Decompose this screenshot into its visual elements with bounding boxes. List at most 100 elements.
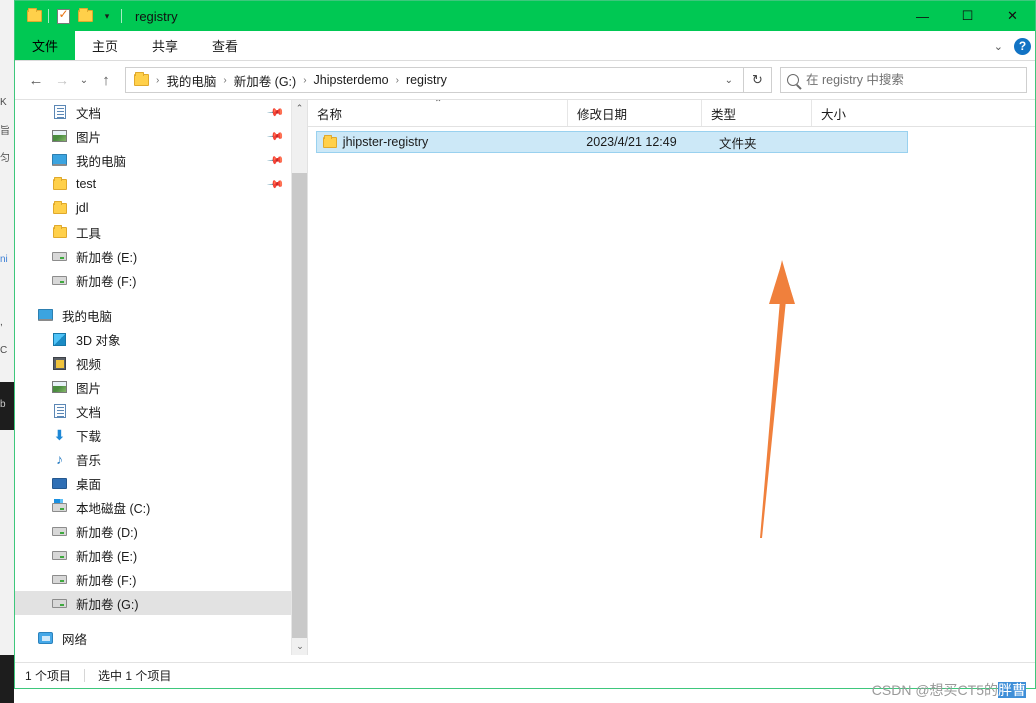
maximize-button[interactable]: ☐: [945, 1, 990, 31]
sidebar-item-music[interactable]: ♪ 音乐: [15, 447, 291, 471]
window-controls: — ☐ ✕: [900, 1, 1035, 31]
sidebar-item-label: 文档: [76, 106, 102, 121]
watermark-prefix: CSDN @想买CT5的: [871, 682, 998, 698]
file-type-cell: 文件夹: [718, 136, 757, 151]
column-header-type[interactable]: 类型: [702, 100, 812, 126]
back-button[interactable]: ←: [23, 67, 49, 93]
sidebar-item-pictures-quick[interactable]: 图片 📌: [15, 124, 291, 148]
qat-separator-1: [48, 9, 49, 23]
sidebar-section-gap-2: [15, 615, 291, 626]
sidebar-item-volume-e[interactable]: 新加卷 (E:): [15, 543, 291, 567]
new-folder-icon[interactable]: [74, 5, 96, 27]
sidebar-item-documents[interactable]: 文档: [15, 399, 291, 423]
sidebar-item-label: 下载: [76, 429, 102, 444]
network-icon: [37, 630, 54, 647]
navigation-pane: 文档 📌 图片 📌 我的电脑 📌 test 📌 jdl 工具 新加卷 (E:) …: [15, 100, 307, 655]
sidebar-item-this-pc-root[interactable]: 我的电脑: [15, 303, 291, 327]
pin-icon[interactable]: 📌: [267, 151, 286, 169]
close-button[interactable]: ✕: [990, 1, 1035, 31]
sidebar-item-label: 图片: [76, 381, 102, 396]
sidebar-item-network[interactable]: 网络: [15, 626, 291, 650]
column-header-date[interactable]: 修改日期: [568, 100, 702, 126]
column-header-row: 名称 ⌃ 修改日期 类型 大小: [308, 100, 1035, 127]
properties-icon[interactable]: [52, 5, 74, 27]
navigation-pane-scrollport: 文档 📌 图片 📌 我的电脑 📌 test 📌 jdl 工具 新加卷 (E:) …: [15, 100, 291, 655]
sidebar-item-test[interactable]: test 📌: [15, 172, 291, 196]
sidebar-item-computer-quick[interactable]: 我的电脑 📌: [15, 148, 291, 172]
sidebar-item-pictures[interactable]: 图片: [15, 375, 291, 399]
sidebar-item-3d-objects[interactable]: 3D 对象: [15, 327, 291, 351]
bleed-text-2: 匀: [0, 153, 10, 164]
sidebar-item-volume-e-quick[interactable]: 新加卷 (E:): [15, 244, 291, 268]
recent-locations-icon[interactable]: ⌄: [75, 67, 93, 93]
column-header-size[interactable]: 大小: [812, 100, 902, 126]
tab-file[interactable]: 文件: [15, 31, 76, 60]
sidebar-item-label: 工具: [76, 226, 102, 241]
column-header-label: 修改日期: [577, 107, 628, 122]
scroll-down-icon[interactable]: ⌄: [292, 638, 307, 655]
chevron-down-icon[interactable]: ⌄: [990, 40, 1007, 53]
sidebar-item-videos[interactable]: 视频: [15, 351, 291, 375]
desktop-icon: [51, 475, 68, 492]
breadcrumb-separator-3: ›: [395, 74, 399, 86]
sidebar-item-label: 音乐: [76, 453, 102, 468]
save-icon[interactable]: [23, 5, 45, 27]
sidebar-item-downloads[interactable]: ⬇ 下载: [15, 423, 291, 447]
sidebar-item-volume-g[interactable]: 新加卷 (G:): [15, 591, 291, 615]
refresh-button[interactable]: ↻: [744, 67, 772, 93]
drive-icon: [51, 571, 68, 588]
bleed-dark-block-2: [0, 655, 14, 703]
tab-share[interactable]: 共享: [135, 31, 195, 60]
watermark-highlight: 胖曹: [998, 682, 1026, 698]
sidebar-item-documents-quick[interactable]: 文档 📌: [15, 100, 291, 124]
breadcrumb[interactable]: › 我的电脑 › 新加卷 (G:) › Jhipsterdemo › regis…: [125, 67, 744, 93]
sidebar-item-label: 视频: [76, 357, 102, 372]
search-input[interactable]: [806, 73, 1020, 87]
item-count-label: 1 个项目: [25, 669, 72, 683]
up-button[interactable]: ↑: [93, 67, 119, 93]
music-icon: ♪: [56, 451, 63, 467]
tab-view[interactable]: 查看: [195, 31, 255, 60]
sidebar-item-label: 我的电脑: [62, 309, 113, 324]
system-drive-icon: [51, 498, 68, 516]
breadcrumb-item-0[interactable]: 我的电脑: [162, 69, 220, 92]
help-icon[interactable]: ?: [1014, 37, 1031, 55]
search-box[interactable]: [780, 67, 1027, 93]
table-row[interactable]: jhipster-registry 2023/4/21 12:49 文件夹: [316, 131, 908, 153]
pin-icon[interactable]: 📌: [267, 103, 286, 121]
minimize-button[interactable]: —: [900, 1, 945, 31]
ribbon-right-controls: ⌄ ?: [990, 31, 1031, 61]
column-header-name[interactable]: 名称 ⌃: [308, 100, 568, 126]
tab-home[interactable]: 主页: [75, 31, 135, 60]
folder-icon: [51, 176, 68, 193]
navigation-pane-scrollbar[interactable]: ⌃ ⌄: [291, 100, 307, 655]
drive-icon: [51, 248, 68, 265]
sidebar-item-label: jdl: [76, 201, 89, 215]
pin-icon[interactable]: 📌: [267, 127, 286, 145]
sidebar-item-tools[interactable]: 工具: [15, 220, 291, 244]
customize-caret-icon[interactable]: ▾: [96, 5, 118, 27]
breadcrumb-item-2[interactable]: Jhipsterdemo: [310, 71, 393, 89]
document-icon: [51, 403, 68, 420]
sidebar-item-desktop[interactable]: 桌面: [15, 471, 291, 495]
sidebar-item-local-disk-c[interactable]: 本地磁盘 (C:): [15, 495, 291, 519]
search-icon: [787, 74, 799, 86]
sidebar-item-jdl[interactable]: jdl: [15, 196, 291, 220]
sidebar-item-volume-f-quick[interactable]: 新加卷 (F:): [15, 268, 291, 292]
drive-icon: [51, 523, 68, 540]
pin-icon[interactable]: 📌: [267, 175, 286, 193]
breadcrumb-item-1[interactable]: 新加卷 (G:): [230, 69, 301, 92]
scrollbar-thumb[interactable]: [292, 173, 307, 648]
scroll-up-icon[interactable]: ⌃: [292, 100, 307, 117]
forward-button[interactable]: →: [49, 67, 75, 93]
breadcrumb-item-3[interactable]: registry: [402, 71, 451, 89]
breadcrumb-dropdown-icon[interactable]: ⌄: [719, 75, 739, 86]
bleed-text-1: 旨: [0, 126, 10, 137]
breadcrumb-separator-2: ›: [303, 74, 307, 86]
3d-objects-icon: [51, 331, 68, 348]
sidebar-item-volume-f[interactable]: 新加卷 (F:): [15, 567, 291, 591]
ribbon-tab-bar: 文件 主页 共享 查看 ⌄ ?: [15, 31, 1035, 61]
sidebar-item-volume-d[interactable]: 新加卷 (D:): [15, 519, 291, 543]
picture-icon: [51, 379, 68, 396]
explorer-body: 文档 📌 图片 📌 我的电脑 📌 test 📌 jdl 工具 新加卷 (E:) …: [15, 99, 1035, 655]
